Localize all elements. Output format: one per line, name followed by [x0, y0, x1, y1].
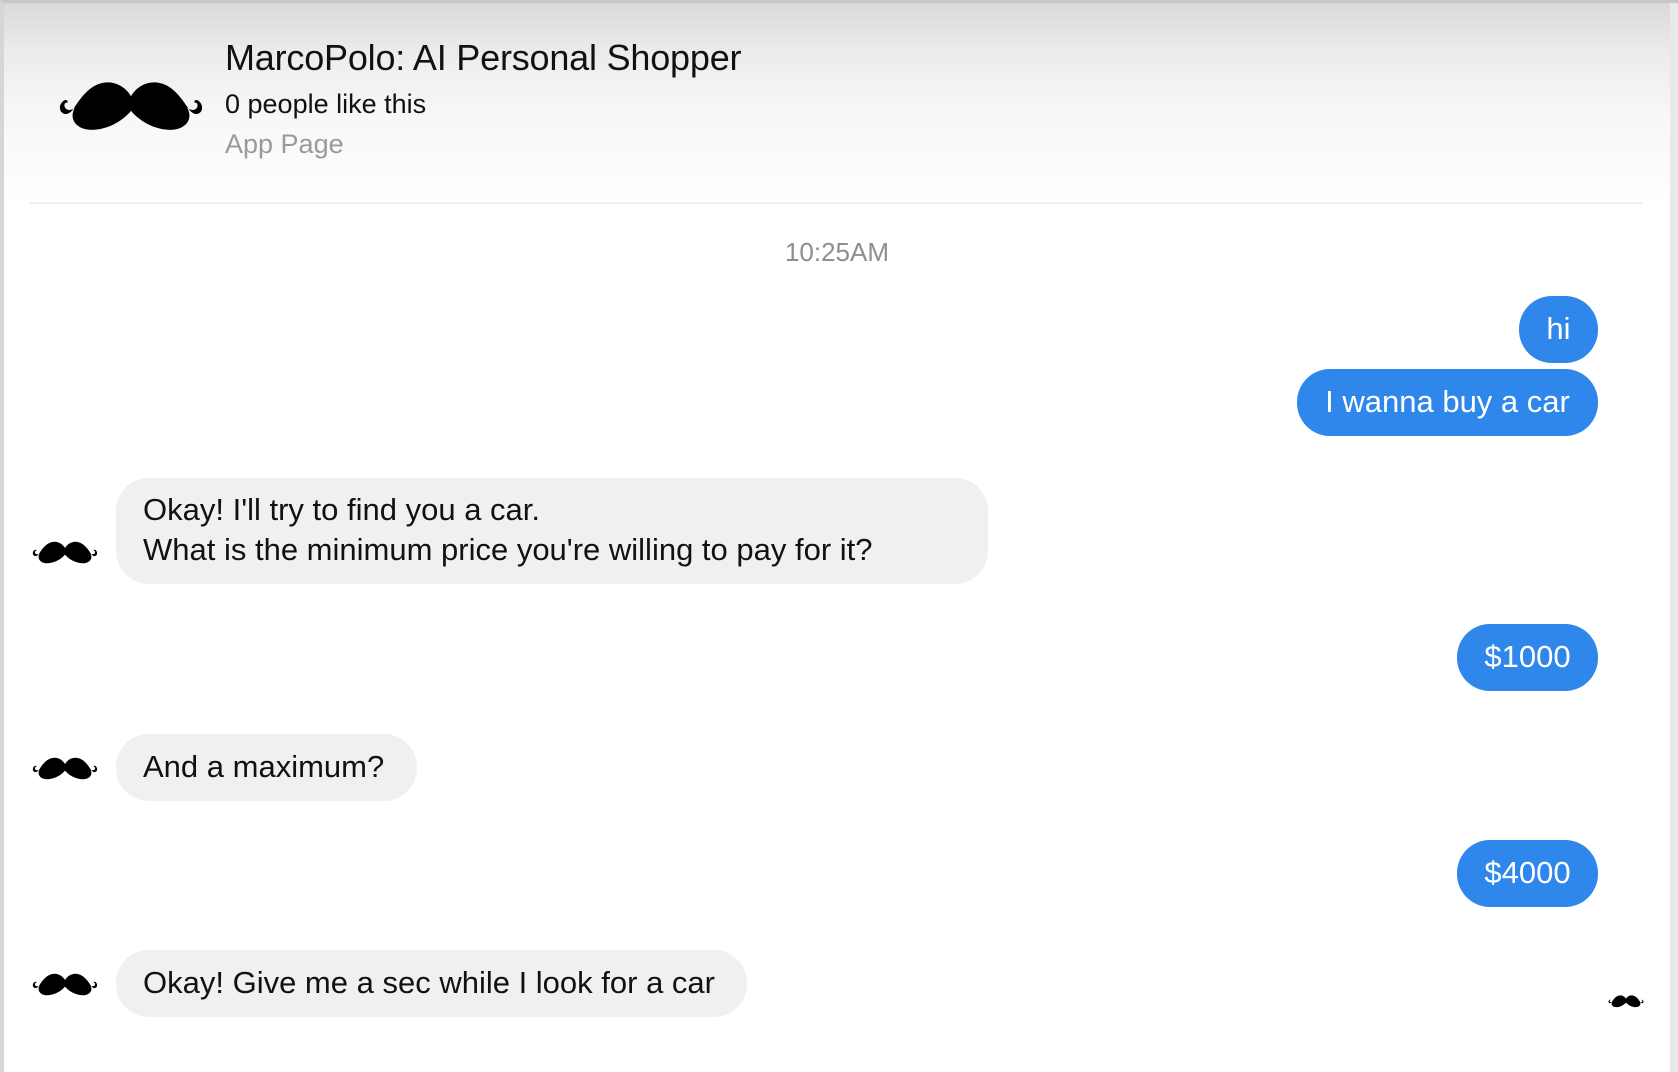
- mustache-icon: [32, 754, 98, 782]
- message-timestamp: 10:25AM: [784, 237, 890, 267]
- messenger-window: MarcoPolo: AI Personal Shopper 0 people …: [0, 0, 1678, 1072]
- outgoing-message[interactable]: $4000: [1457, 840, 1598, 907]
- message-line: Okay! I'll try to find you a car.: [143, 492, 541, 527]
- conversation-header: MarcoPolo: AI Personal Shopper 0 people …: [4, 3, 1670, 203]
- header-divider: [30, 202, 1642, 204]
- incoming-message[interactable]: Okay! I'll try to find you a car. What i…: [116, 478, 988, 584]
- message-line: What is the minimum price you're willing…: [143, 532, 873, 567]
- mustache-icon: [32, 970, 98, 998]
- mustache-icon: [32, 538, 98, 566]
- page-type-label: App Page: [225, 129, 344, 159]
- incoming-message[interactable]: And a maximum?: [116, 734, 417, 801]
- outgoing-message[interactable]: hi: [1519, 296, 1598, 363]
- outgoing-message[interactable]: I wanna buy a car: [1297, 369, 1598, 436]
- window-edge: [1670, 3, 1678, 1072]
- page-title[interactable]: MarcoPolo: AI Personal Shopper: [225, 37, 742, 79]
- outgoing-message[interactable]: $1000: [1457, 624, 1598, 691]
- mustache-icon[interactable]: [58, 75, 204, 135]
- incoming-message[interactable]: Okay! Give me a sec while I look for a c…: [116, 950, 747, 1017]
- likes-count: 0 people like this: [225, 89, 427, 119]
- seen-indicator-mustache-icon: [1608, 993, 1644, 1009]
